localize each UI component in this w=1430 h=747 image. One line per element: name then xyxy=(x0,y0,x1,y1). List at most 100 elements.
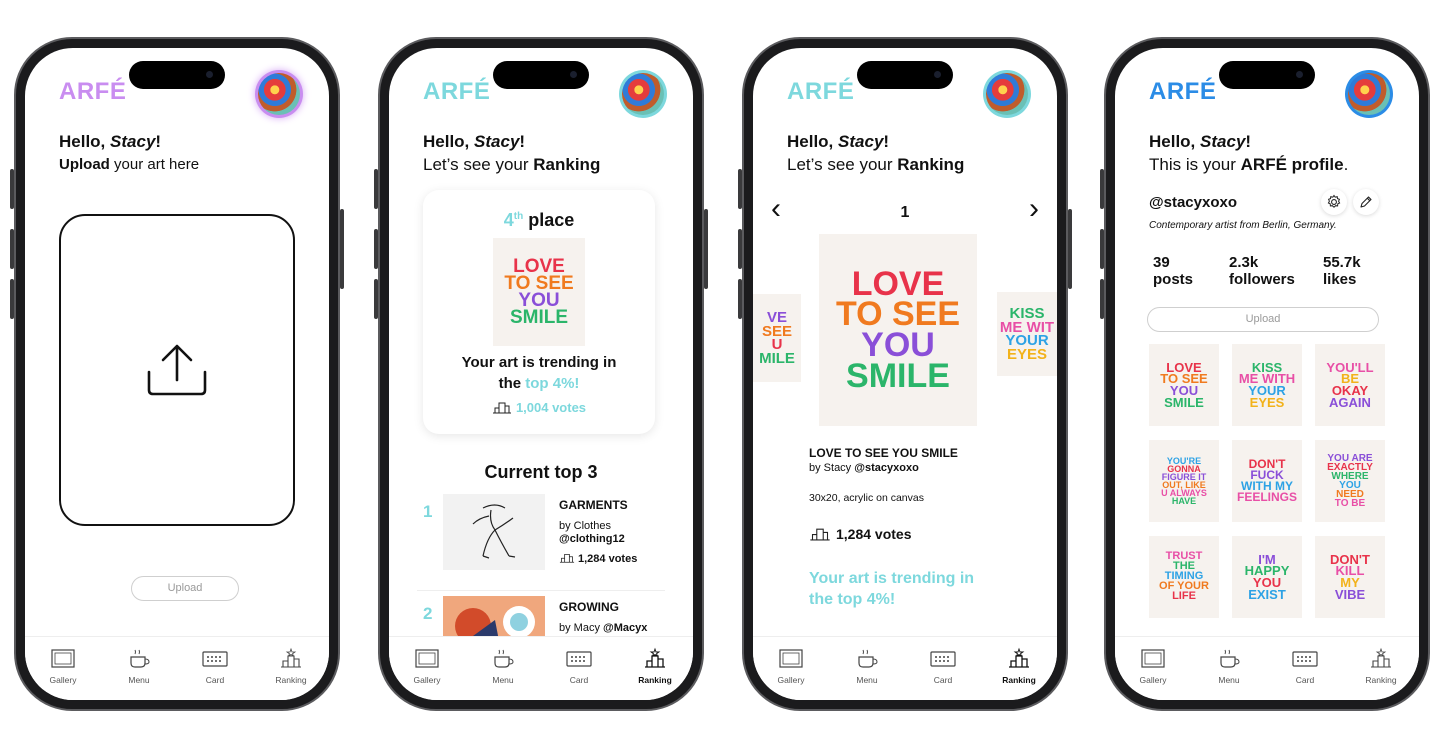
art-line: EYES xyxy=(1249,394,1285,410)
nav-ranking[interactable]: Ranking xyxy=(1351,647,1411,700)
rank-number: 1 xyxy=(423,502,433,521)
coffee-cup-icon xyxy=(130,649,150,668)
gallery-icon xyxy=(779,649,803,668)
settings-button[interactable] xyxy=(1321,189,1347,215)
gallery-artwork[interactable]: YOU ARE EXACTLY WHERE YOU NEED TO BE xyxy=(1315,440,1385,522)
upload-dropzone[interactable] xyxy=(59,214,295,526)
art-line: AGAIN xyxy=(1329,394,1371,410)
greeting: Hello, Stacy! Let’s see your Ranking xyxy=(787,132,965,174)
edit-profile-button[interactable] xyxy=(1353,189,1379,215)
nav-ranking-label: Ranking xyxy=(275,675,307,685)
app-logo: ARFÉ xyxy=(423,78,491,105)
author-handle[interactable]: @stacyxoxo xyxy=(854,462,919,474)
top3-row-1[interactable]: 1 GARMENTS by Clothes @clothing12 1,284 v… xyxy=(417,494,665,584)
gallery-artwork[interactable]: DON'T FUCK WITH MY FEELINGS xyxy=(1232,440,1302,522)
stat-label: likes xyxy=(1323,271,1357,288)
gallery-artwork[interactable]: DON'T KILL MY VIBE xyxy=(1315,536,1385,618)
pencil-icon xyxy=(1360,196,1372,208)
artwork-thumbnail[interactable]: LOVE TO SEE YOU SMILE xyxy=(493,238,585,346)
trend-text: Your art is trending in the top 4%! xyxy=(423,352,655,394)
nav-card-label: Card xyxy=(1295,675,1315,685)
nav-card[interactable]: Card xyxy=(1275,647,1335,700)
nav-ranking[interactable]: Ranking xyxy=(625,647,685,700)
prev-arrow-icon[interactable]: ‹ xyxy=(771,192,781,226)
author-prefix: by Macy xyxy=(559,622,600,634)
app-logo: ARFÉ xyxy=(1149,78,1217,105)
profile-avatar[interactable] xyxy=(983,70,1031,118)
art-line: LIFE xyxy=(1172,589,1196,602)
nav-gallery[interactable]: Gallery xyxy=(397,647,457,700)
nav-gallery[interactable]: Gallery xyxy=(33,647,93,700)
podium-icon xyxy=(281,647,301,668)
gallery-artwork[interactable]: YOU'RE GONNA FIGURE IT OUT, LIKE U ALWAYS HAV… xyxy=(1149,440,1219,522)
upload-button[interactable]: Upload xyxy=(1147,307,1379,332)
votes-text: 1,284 votes xyxy=(836,526,912,542)
stat-followers[interactable]: 2.3k followers xyxy=(1229,254,1295,288)
podium-icon xyxy=(1371,647,1391,668)
next-artwork-thumbnail[interactable]: KISS ME WIT YOUR EYES xyxy=(997,292,1057,376)
gallery-artwork[interactable]: KISS ME WITH YOUR EYES xyxy=(1232,344,1302,426)
nav-card[interactable]: Card xyxy=(913,647,973,700)
card-icon xyxy=(566,651,592,667)
profile-avatar[interactable] xyxy=(619,70,667,118)
card-icon xyxy=(930,651,956,667)
nav-menu[interactable]: Menu xyxy=(109,647,169,700)
greeting: Hello, Stacy! Let’s see your Ranking xyxy=(423,132,601,174)
art-line: SMILE xyxy=(846,356,950,395)
top3-heading: Current top 3 xyxy=(484,462,598,482)
stat-label: followers xyxy=(1229,271,1295,288)
nav-card[interactable]: Card xyxy=(185,647,245,700)
gallery-artwork[interactable]: I'M HAPPY YOU EXIST xyxy=(1232,536,1302,618)
nav-ranking[interactable]: Ranking xyxy=(989,647,1049,700)
gallery-icon xyxy=(1141,649,1165,668)
next-arrow-icon[interactable]: › xyxy=(1029,192,1039,226)
profile-avatar[interactable] xyxy=(1345,70,1393,118)
profile-avatar[interactable] xyxy=(255,70,303,118)
phone-ranking-detail: ARFÉ Hello, Stacy! Let’s see your Rankin… xyxy=(738,37,1072,711)
ranking-screen: ARFÉ Hello, Stacy! Let’s see your Rankin… xyxy=(389,48,693,700)
trend-line-2: the top 4%! xyxy=(809,591,896,608)
nav-gallery[interactable]: Gallery xyxy=(761,647,821,700)
profile-bio: Contemporary artist from Berlin, Germany… xyxy=(1149,220,1337,231)
phone-ranking: ARFÉ Hello, Stacy! Let’s see your Rankin… xyxy=(374,37,708,711)
podium-icon xyxy=(810,528,830,541)
featured-artwork[interactable]: LOVE TO SEE YOU SMILE xyxy=(819,234,977,426)
nav-gallery-label: Gallery xyxy=(413,675,441,685)
gallery-artwork[interactable]: LOVE TO SEE YOU SMILE xyxy=(1149,344,1219,426)
author-prefix: by Clothes xyxy=(559,520,611,532)
nav-menu[interactable]: Menu xyxy=(837,647,897,700)
rank-number: 2 xyxy=(423,604,433,623)
gear-icon xyxy=(1327,194,1341,208)
author-handle[interactable]: @clothing12 xyxy=(559,533,625,545)
trend-text: Your art is trending in the top 4%! xyxy=(809,568,974,610)
nav-menu-label: Menu xyxy=(856,675,878,685)
dynamic-island xyxy=(857,61,953,89)
artwork-title: GARMENTS xyxy=(559,498,628,512)
nav-menu[interactable]: Menu xyxy=(473,647,533,700)
upload-button[interactable]: Upload xyxy=(131,576,239,601)
ranking-subtitle: Let’s see your xyxy=(787,155,898,174)
gallery-artwork[interactable]: YOU'LL BE OKAY AGAIN xyxy=(1315,344,1385,426)
votes-count: 1,004 votes xyxy=(423,400,655,415)
author-handle[interactable]: @Macyx xyxy=(603,622,647,634)
nav-card[interactable]: Card xyxy=(549,647,609,700)
gallery-artwork[interactable]: TRUST THE TIMING OF YOUR LIFE xyxy=(1149,536,1219,618)
nav-menu[interactable]: Menu xyxy=(1199,647,1259,700)
artwork-title: LOVE TO SEE YOU SMILE xyxy=(809,446,958,460)
greeting: Hello, Stacy! This is your ARFÉ profile. xyxy=(1149,132,1349,174)
greeting-hello: Hello, xyxy=(787,132,834,151)
nav-card-label: Card xyxy=(205,675,225,685)
prev-artwork-thumbnail[interactable]: VE SEE U MILE xyxy=(753,294,801,382)
dynamic-island xyxy=(493,61,589,89)
nav-ranking[interactable]: Ranking xyxy=(261,647,321,700)
profile-bold: ARFÉ profile xyxy=(1240,155,1344,174)
greeting-hello: Hello, xyxy=(59,132,106,151)
nav-gallery[interactable]: Gallery xyxy=(1123,647,1183,700)
podium-icon xyxy=(559,553,575,563)
trend-line-1: Your art is trending in xyxy=(461,354,617,371)
place-number: 4 xyxy=(503,210,514,230)
trend-line-1: Your art is trending in xyxy=(809,570,975,587)
ranking-subtitle: Let’s see your xyxy=(423,155,534,174)
greeting-hello: Hello, xyxy=(423,132,470,151)
profile-subtitle: This is your xyxy=(1149,155,1241,174)
